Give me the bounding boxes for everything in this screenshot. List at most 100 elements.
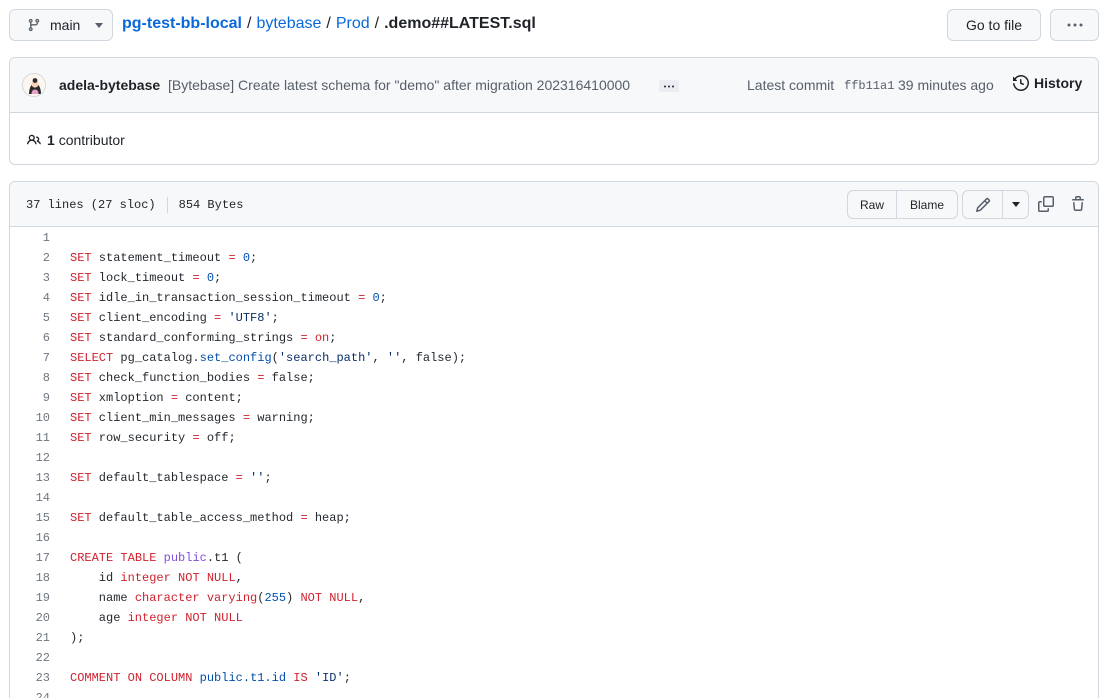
more-options-button[interactable]	[1050, 9, 1099, 41]
line-number[interactable]: 1	[10, 231, 50, 245]
line-number[interactable]: 9	[10, 391, 50, 405]
contributor-label: contributor	[58, 132, 125, 148]
code-token: NOT NULL	[178, 571, 236, 585]
breadcrumb-dir-bytebase-link[interactable]: bytebase	[256, 15, 321, 32]
code-line: 5 SET client_encoding = 'UTF8';	[10, 308, 1098, 328]
line-number[interactable]: 23	[10, 671, 50, 685]
file-line-count: 37 lines (27 sloc)	[26, 198, 156, 212]
line-number[interactable]: 15	[10, 511, 50, 525]
code-token: TABLE	[120, 551, 157, 565]
line-number[interactable]: 17	[10, 551, 50, 565]
author-avatar[interactable]	[22, 73, 46, 97]
code-token: age	[70, 611, 128, 625]
line-number[interactable]: 10	[10, 411, 50, 425]
edit-file-button[interactable]	[963, 191, 1003, 218]
line-number[interactable]: 8	[10, 371, 50, 385]
code-token: pg_catalog.	[113, 351, 200, 365]
code-line: 18 id integer NOT NULL,	[10, 568, 1098, 588]
code-token: SET	[70, 471, 92, 485]
line-number[interactable]: 12	[10, 451, 50, 465]
kebab-horizontal-icon	[1067, 23, 1082, 27]
code-token: NOT NULL	[300, 591, 359, 605]
line-number[interactable]: 3	[10, 271, 50, 285]
code-token: integer	[127, 611, 179, 625]
expand-commit-message-button[interactable]	[659, 80, 679, 92]
line-number[interactable]: 18	[10, 571, 50, 585]
code-token: 0	[372, 291, 380, 305]
code-token: CREATE	[70, 551, 114, 565]
blame-button[interactable]: Blame	[897, 191, 957, 218]
line-source: SET default_table_access_method = heap;	[50, 511, 351, 525]
code-token: on	[314, 331, 330, 345]
code-token: row_security	[91, 431, 193, 445]
line-number[interactable]: 11	[10, 431, 50, 445]
edit-options-dropdown[interactable]	[1003, 191, 1028, 218]
branch-select-button[interactable]: main	[9, 9, 113, 41]
line-number[interactable]: 5	[10, 311, 50, 325]
line-source: COMMENT ON COLUMN public.t1.id IS 'ID';	[50, 671, 351, 685]
commit-message-link[interactable]: [Bytebase] Create latest schema for "dem…	[168, 77, 630, 93]
code-token: default_tablespace	[91, 471, 236, 485]
code-token: ;	[271, 311, 279, 325]
caret-down-icon	[1011, 202, 1020, 207]
commit-author-link[interactable]: adela-bytebase	[59, 77, 160, 93]
line-number[interactable]: 16	[10, 531, 50, 545]
code-line: 14	[10, 488, 1098, 508]
code-line: 19 name character varying(255) NOT NULL,	[10, 588, 1098, 608]
line-number[interactable]: 19	[10, 591, 50, 605]
breadcrumb-repo-link[interactable]: pg-test-bb-local	[122, 15, 242, 32]
line-number[interactable]: 14	[10, 491, 50, 505]
line-number[interactable]: 21	[10, 631, 50, 645]
ellipsis-icon	[664, 85, 674, 87]
line-number[interactable]: 4	[10, 291, 50, 305]
code-token: default_table_access_method	[91, 511, 301, 525]
code-token: SET	[70, 511, 92, 525]
code-token: check_function_bodies	[91, 371, 258, 385]
code-line: 13 SET default_tablespace = '';	[10, 468, 1098, 488]
trash-icon[interactable]	[1070, 196, 1086, 212]
code-token: 0	[206, 271, 215, 285]
line-number[interactable]: 22	[10, 651, 50, 665]
code-token: ''	[386, 351, 402, 365]
contributors-link[interactable]: 1 contributor	[47, 132, 125, 148]
line-number[interactable]: 24	[10, 691, 50, 698]
breadcrumb-separator: /	[326, 15, 331, 32]
copy-icon[interactable]	[1038, 196, 1054, 212]
line-number[interactable]: 7	[10, 351, 50, 365]
line-number[interactable]: 2	[10, 251, 50, 265]
history-link[interactable]: History	[1013, 75, 1082, 91]
code-token: client_min_messages	[91, 411, 243, 425]
caret-down-icon	[95, 23, 103, 28]
line-source: SET default_tablespace = '';	[50, 471, 272, 485]
code-token: COMMENT	[70, 671, 121, 685]
history-icon	[1013, 75, 1029, 91]
code-line: 3 SET lock_timeout = 0;	[10, 268, 1098, 288]
code-token: =	[300, 511, 308, 525]
go-to-file-button[interactable]: Go to file	[947, 9, 1041, 41]
line-number[interactable]: 6	[10, 331, 50, 345]
commit-sha-link[interactable]: ffb11a1	[844, 79, 894, 93]
code-token: COLUMN	[149, 671, 193, 685]
code-token: =	[242, 411, 251, 425]
code-token: standard_conforming_strings	[91, 331, 301, 345]
code-line: 15 SET default_table_access_method = heap…	[10, 508, 1098, 528]
code-token: ;	[379, 291, 387, 305]
code-line: 23 COMMENT ON COLUMN public.t1.id IS 'ID'…	[10, 668, 1098, 688]
code-token: ;	[250, 251, 258, 265]
raw-button[interactable]: Raw	[848, 191, 897, 218]
code-token: public	[163, 551, 207, 565]
line-number[interactable]: 13	[10, 471, 50, 485]
code-token: set_config	[199, 351, 272, 365]
breadcrumb-dir-prod-link[interactable]: Prod	[336, 15, 370, 32]
line-number[interactable]: 20	[10, 611, 50, 625]
line-source: name character varying(255) NOT NULL,	[50, 591, 365, 605]
line-source: SET statement_timeout = 0;	[50, 251, 257, 265]
code-line: 20 age integer NOT NULL	[10, 608, 1098, 628]
raw-blame-group: Raw Blame	[847, 190, 958, 219]
